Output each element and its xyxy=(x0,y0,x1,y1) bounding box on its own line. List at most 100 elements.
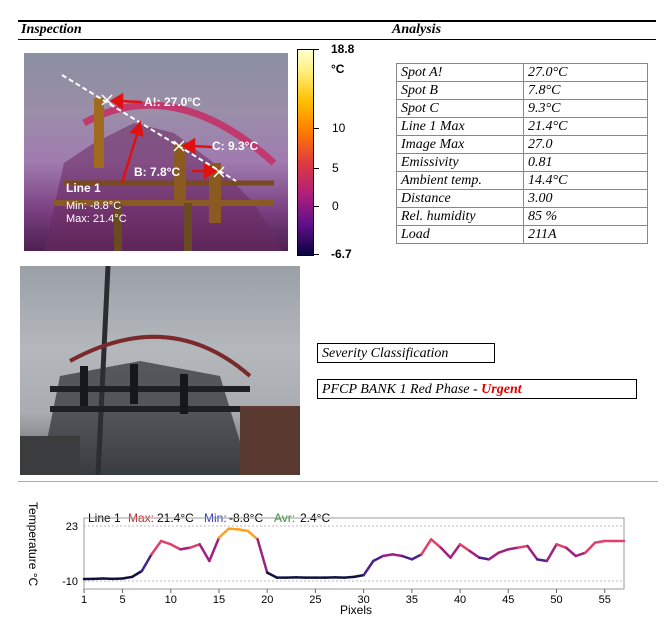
analysis-value: 0.81 xyxy=(523,153,648,172)
series-segment xyxy=(535,558,549,563)
profile-line-name: Line 1 xyxy=(88,511,121,525)
x-tick-label: 1 xyxy=(81,594,87,606)
series-segment xyxy=(246,529,259,541)
scale-tick xyxy=(314,254,319,255)
analysis-row: Load 211A xyxy=(396,225,648,244)
x-tick-label: 10 xyxy=(165,594,177,606)
series-segment xyxy=(478,556,491,561)
spot-b-label: B: 7.8°C xyxy=(134,165,181,179)
line-name-label: Line 1 xyxy=(66,181,101,195)
severity-classification-box: PFCP BANK 1 Red Phase - Urgent xyxy=(317,379,637,399)
series-segment xyxy=(179,546,192,551)
series-segment xyxy=(381,553,394,558)
series-segment xyxy=(439,546,452,559)
series-segment xyxy=(449,543,462,559)
series-segment xyxy=(487,551,500,561)
analysis-key: Spot A! xyxy=(396,63,524,82)
series-segment xyxy=(584,541,597,554)
series-segment xyxy=(188,543,201,549)
analysis-value: 85 % xyxy=(523,207,648,226)
scale-tick xyxy=(314,206,319,207)
scale-tick xyxy=(314,49,319,50)
plot-frame xyxy=(83,517,625,590)
analysis-value: 7.8°C xyxy=(523,81,648,100)
analysis-key: Spot B xyxy=(396,81,524,100)
series-segment xyxy=(227,527,240,531)
series-segment xyxy=(140,553,153,573)
x-tick-label: 35 xyxy=(406,594,418,606)
header-rule xyxy=(18,39,656,40)
scale-tick xyxy=(314,128,319,129)
temperature-color-scale xyxy=(297,49,314,256)
severity-level: Urgent xyxy=(481,382,522,397)
analysis-key: Emissivity xyxy=(396,153,524,172)
series-segment xyxy=(593,539,606,544)
scale-max: 18.8 xyxy=(331,42,355,56)
profile-avr-value: 2.4°C xyxy=(300,511,331,525)
analysis-row: Emissivity 0.81 xyxy=(396,153,648,172)
series-segment xyxy=(121,575,134,580)
series-segment xyxy=(372,554,385,563)
severity-label-box: Severity Classification xyxy=(317,343,495,363)
scale-tick-0: 0 xyxy=(332,199,339,213)
section-rule xyxy=(18,481,658,482)
series-segment xyxy=(352,573,365,579)
scale-unit: °C xyxy=(331,62,345,76)
profile-max-label: Max: xyxy=(128,511,155,525)
series-segment xyxy=(420,538,433,556)
analysis-value: 14.4°C xyxy=(523,171,648,190)
spot-a-label: A!: 27.0°C xyxy=(144,95,201,109)
x-tick-label: 40 xyxy=(454,594,466,606)
analysis-table: Spot A! 27.0°C Spot B 7.8°C Spot C 9.3°C Line … xyxy=(396,63,648,244)
series-segment xyxy=(391,553,404,558)
y-tick-label: -10 xyxy=(62,576,78,588)
series-segment xyxy=(400,554,414,561)
analysis-row: Distance 3.00 xyxy=(396,189,648,208)
profile-avr-label: Avr: xyxy=(274,511,296,525)
series-segment xyxy=(130,569,144,579)
analysis-value: 21.4°C xyxy=(523,117,648,136)
x-tick-label: 50 xyxy=(550,594,562,606)
analysis-row: Line 1 Max 21.4°C xyxy=(396,117,648,136)
series-segment xyxy=(237,528,250,533)
scale-tick xyxy=(314,168,319,169)
x-tick-label: 20 xyxy=(261,594,273,606)
series-segment xyxy=(343,575,356,579)
series-segment xyxy=(410,553,423,561)
series-segment xyxy=(362,559,375,577)
thermal-image: A!: 27.0°C C: 9.3°C B: 7.8°C Line 1 Min:… xyxy=(24,53,288,251)
profile-max-value: 21.4°C xyxy=(157,511,194,525)
x-tick-label: 45 xyxy=(502,594,514,606)
series-segment xyxy=(429,538,443,549)
severity-text: PFCP BANK 1 Red Phase - xyxy=(322,382,482,397)
analysis-key: Load xyxy=(396,225,524,244)
analysis-row: Rel. humidity 85 % xyxy=(396,207,648,226)
analysis-value: 9.3°C xyxy=(523,99,648,118)
visual-photo xyxy=(20,266,300,475)
series-segment xyxy=(198,543,211,563)
x-tick-label: 5 xyxy=(120,594,126,606)
photo-scene xyxy=(20,266,300,475)
analysis-key: Ambient temp. xyxy=(396,171,524,190)
series-segment xyxy=(564,546,578,558)
series-segment xyxy=(208,536,221,563)
analysis-key: Distance xyxy=(396,189,524,208)
analysis-key: Line 1 Max xyxy=(396,117,524,136)
series-segment xyxy=(159,539,173,546)
inspection-header: Inspection xyxy=(21,22,82,37)
series-segment xyxy=(555,543,568,549)
top-rule xyxy=(18,20,656,22)
analysis-value: 27.0°C xyxy=(523,63,648,82)
analysis-row: Ambient temp. 14.4°C xyxy=(396,171,648,190)
series-segment xyxy=(150,539,163,556)
series-segment xyxy=(497,548,510,554)
analysis-value: 3.00 xyxy=(523,189,648,208)
x-tick-label: 55 xyxy=(599,594,611,606)
line-max-label: Max: 21.4°C xyxy=(66,213,127,225)
analysis-key: Image Max xyxy=(396,135,524,154)
series-segment xyxy=(265,571,279,579)
analysis-key: Rel. humidity xyxy=(396,207,524,226)
analysis-value: 27.0 xyxy=(523,135,648,154)
series-segment xyxy=(516,544,529,549)
series-segment xyxy=(526,544,539,561)
